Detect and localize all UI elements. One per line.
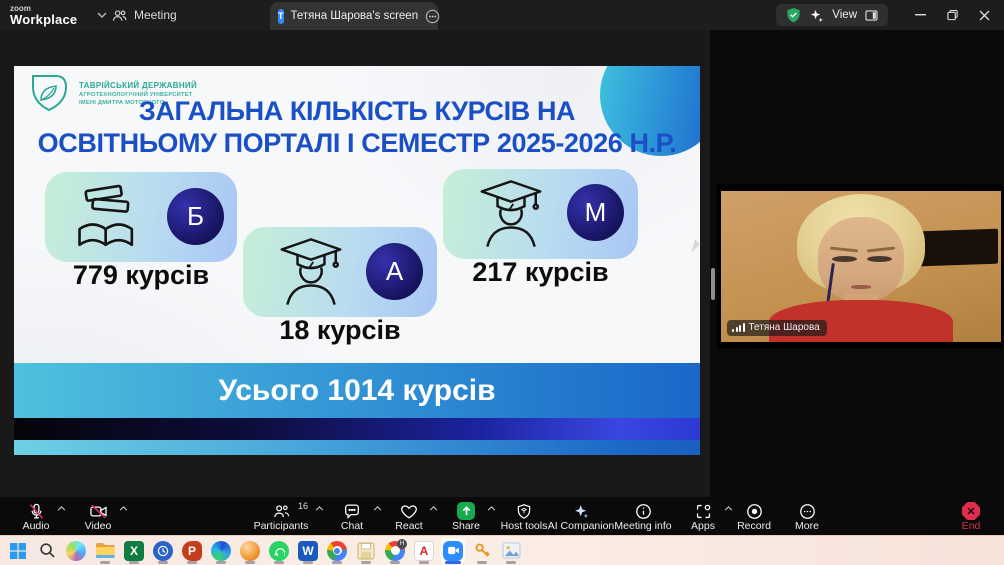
books-icon	[63, 182, 151, 250]
start-button[interactable]	[6, 538, 30, 564]
badge-aspirant: А	[366, 243, 423, 300]
view-controls-group: View	[776, 4, 888, 26]
participant-name-label: Тетяна Шарова	[748, 322, 820, 333]
logo-workplace-text: Workplace	[10, 11, 78, 27]
photos-app-icon[interactable]	[499, 538, 523, 564]
apps-grid-icon	[694, 502, 713, 520]
word-icon[interactable]: W	[296, 538, 320, 564]
clock-app-icon[interactable]	[151, 538, 175, 564]
end-meeting-button[interactable]: ✕ End	[946, 499, 996, 533]
chat-button[interactable]: Chat	[322, 499, 382, 533]
edge-browser-icon[interactable]	[209, 538, 233, 564]
acrobat-icon[interactable]: A	[412, 538, 436, 564]
heart-icon	[399, 502, 419, 520]
more-button[interactable]: More	[777, 499, 837, 533]
card-aspirant: А	[243, 227, 437, 317]
graduate-icon	[475, 175, 547, 253]
zoom-app-icon[interactable]	[441, 537, 465, 564]
participant-name-tag: Тетяна Шарова	[727, 320, 827, 336]
participants-button[interactable]: 16 Participants	[238, 499, 324, 533]
key-app-icon[interactable]	[470, 538, 494, 564]
participant-eye	[866, 255, 892, 262]
slide-title: ЗАГАЛЬНА КІЛЬКІСТЬ КУРСІВ НА ОСВІТНЬОМУ …	[14, 96, 700, 160]
tab-meeting[interactable]: Meeting	[112, 0, 177, 30]
chrome-profile-icon[interactable]: H	[383, 538, 407, 564]
video-options-chevron[interactable]	[119, 506, 128, 511]
mouse-cursor	[691, 238, 705, 256]
badge-master: М	[567, 184, 624, 241]
zoom-workplace-logo[interactable]: zoom Workplace	[10, 4, 107, 27]
windows-taskbar: X P W H A	[0, 535, 1004, 565]
end-call-icon: ✕	[962, 502, 980, 520]
file-explorer-icon[interactable]	[93, 538, 117, 564]
audio-options-chevron[interactable]	[57, 506, 66, 511]
total-courses-text: Усього 1014 курсів	[218, 373, 496, 407]
ai-companion-icon	[572, 502, 591, 520]
participants-count: 16	[297, 501, 308, 511]
audio-button[interactable]: Audio	[4, 499, 68, 533]
react-button[interactable]: React	[378, 499, 440, 533]
chat-bubble-icon	[342, 502, 362, 520]
shield-icon	[515, 502, 533, 520]
view-button[interactable]: View	[832, 9, 857, 21]
slide-bottom-stripe-cyan	[14, 440, 700, 455]
aspirant-course-count: 18 курсів	[279, 315, 401, 345]
webcam-view: Тетяна Шарова	[721, 191, 1001, 342]
ai-sparkle-icon[interactable]	[809, 8, 824, 23]
tab-shared-screen-label: Тетяна Шарова's screen	[290, 10, 419, 22]
maximize-button[interactable]	[938, 1, 966, 29]
tab-shared-screen[interactable]: T Тетяна Шарова's screen	[270, 2, 440, 30]
close-icon[interactable]	[970, 1, 998, 29]
participant-video-tile[interactable]: Тетяна Шарова	[717, 184, 1003, 348]
camera-off-icon	[88, 502, 109, 520]
meeting-toolbar: Audio Video 16 Participants Chat React S…	[0, 497, 1004, 535]
search-icon[interactable]	[35, 538, 59, 564]
minimize-button[interactable]	[906, 1, 934, 29]
people-icon	[112, 9, 127, 22]
shared-screen-slide: ТАВРІЙСЬКИЙ ДЕРЖАВНИЙ АГРОТЕХНОЛОГІЧНИЙ …	[14, 66, 700, 455]
orange-app-icon[interactable]	[238, 538, 262, 564]
zoom-workplace-window: zoom Workplace Meeting T Тетяна Шарова's…	[0, 0, 1004, 565]
info-icon	[634, 502, 653, 520]
view-layout-icon[interactable]	[865, 9, 878, 21]
scrollbar-handle[interactable]	[711, 268, 715, 300]
more-ellipsis-icon	[798, 502, 817, 520]
tab-options-icon[interactable]	[425, 9, 440, 24]
window-titlebar: zoom Workplace Meeting T Тетяна Шарова's…	[0, 0, 1004, 30]
background-shelf	[919, 228, 999, 267]
participant-eye	[831, 255, 857, 262]
powerpoint-icon[interactable]: P	[180, 538, 204, 564]
graduate-icon	[275, 233, 347, 311]
record-icon	[745, 502, 764, 520]
excel-icon[interactable]: X	[122, 538, 146, 564]
share-screen-icon	[457, 502, 475, 520]
bachelor-course-count: 779 курсів	[72, 260, 210, 290]
chevron-down-icon[interactable]	[97, 12, 107, 18]
mic-muted-icon	[27, 502, 46, 520]
badge-bachelor: Б	[167, 188, 224, 245]
master-course-count: 217 курсів	[472, 257, 609, 287]
whatsapp-icon[interactable]	[267, 538, 291, 564]
chrome-icon[interactable]	[325, 538, 349, 564]
meeting-content-area: ТАВРІЙСЬКИЙ ДЕРЖАВНИЙ АГРОТЕХНОЛОГІЧНИЙ …	[0, 30, 1004, 497]
copilot-icon[interactable]	[64, 538, 88, 564]
participant-mouth	[851, 284, 871, 289]
video-button[interactable]: Video	[66, 499, 130, 533]
security-shield-icon[interactable]	[786, 7, 801, 23]
audio-level-icon	[732, 323, 745, 333]
total-banner: Усього 1014 курсів	[14, 363, 700, 418]
card-master: М	[443, 169, 638, 259]
participant-avatar: T	[278, 8, 284, 24]
save-app-icon[interactable]	[354, 538, 378, 564]
slide-bottom-stripe-dark	[14, 418, 700, 440]
participants-icon	[271, 502, 292, 520]
card-bachelor: Б	[45, 172, 237, 262]
university-name-line1: ТАВРІЙСЬКИЙ ДЕРЖАВНИЙ	[79, 80, 198, 90]
slide-title-line2: ОСВІТНЬОМУ ПОРТАЛІ І СЕМЕСТР 2025-2026 Н…	[37, 127, 677, 158]
slide-title-line1: ЗАГАЛЬНА КІЛЬКІСТЬ КУРСІВ НА	[138, 96, 576, 126]
tab-meeting-label: Meeting	[134, 8, 177, 22]
